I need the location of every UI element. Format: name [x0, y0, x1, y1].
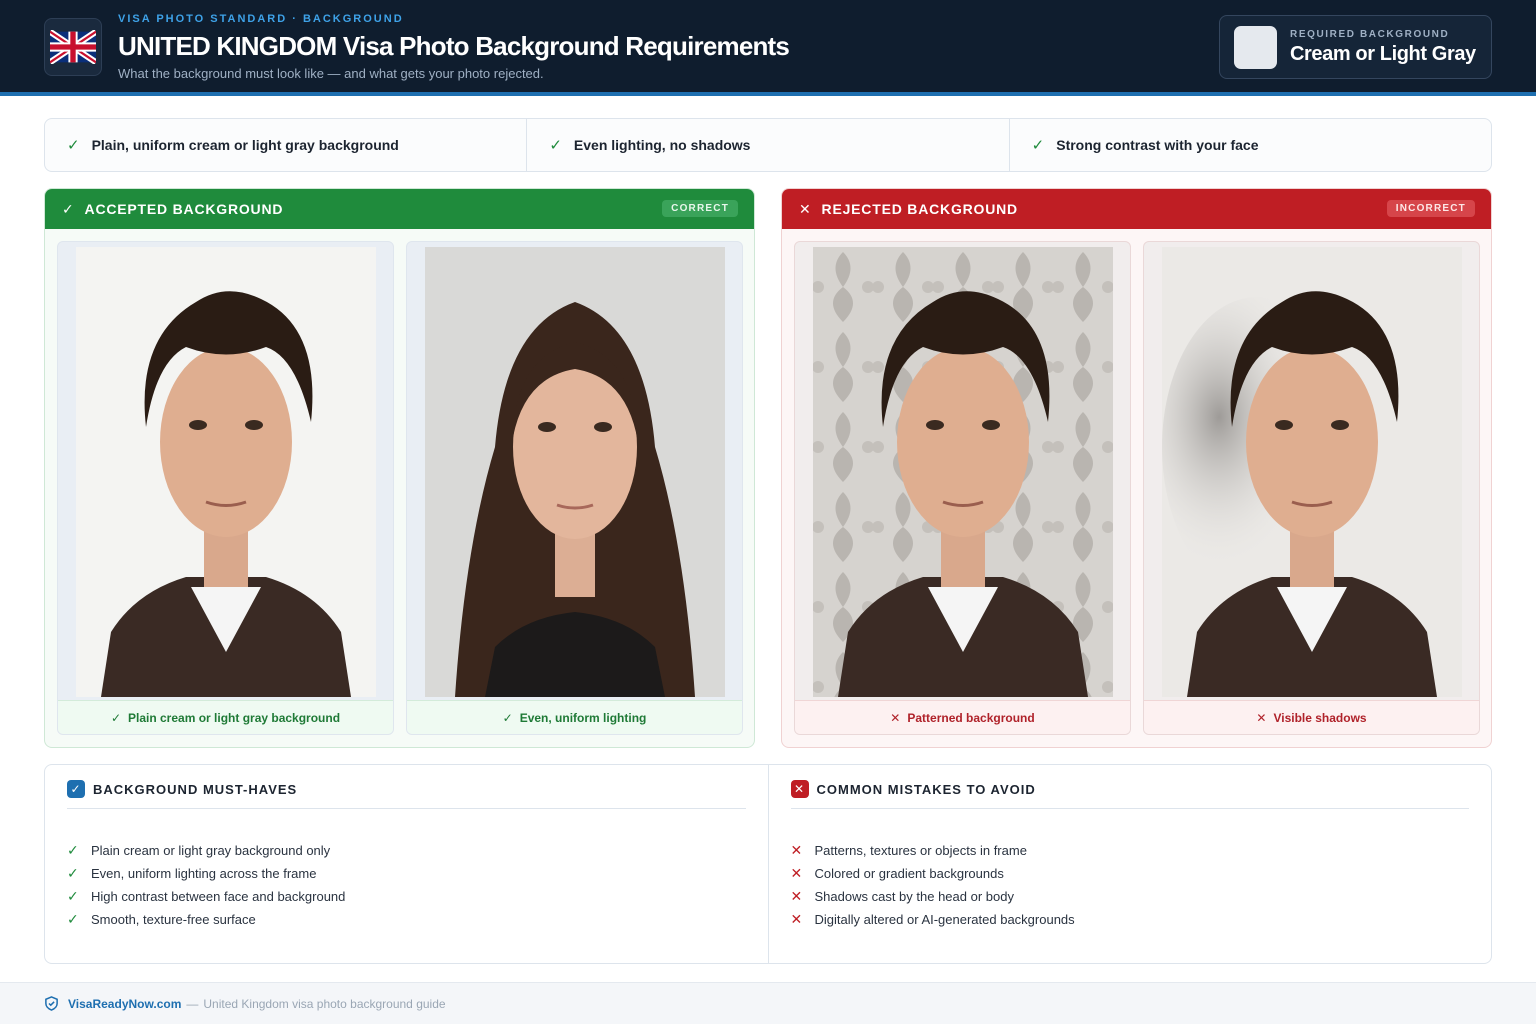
- list-item-text: Smooth, texture-free surface: [91, 912, 256, 927]
- list-item-text: Patterns, textures or objects in frame: [814, 843, 1027, 858]
- check-icon: ✓: [549, 137, 562, 154]
- list-item: ✕ Digitally altered or AI-generated back…: [791, 908, 1470, 931]
- footer-separator: —: [186, 996, 199, 1011]
- must-haves-list: ✓ BACKGROUND MUST-HAVES ✓ Plain cream or…: [45, 765, 769, 963]
- check-label: Even lighting, no shadows: [573, 137, 751, 153]
- photo-caption-text: Plain cream or light gray background: [128, 710, 341, 725]
- list-item: ✓ Plain cream or light gray background o…: [67, 839, 746, 862]
- shield-icon: [45, 996, 58, 1011]
- portrait-photo-shadows: [1162, 247, 1462, 697]
- close-icon: ✕: [790, 911, 803, 927]
- portrait-photo-even-lighting: [425, 247, 725, 697]
- check-icon: ✓: [67, 888, 79, 904]
- list-item: ✓ Even, uniform lighting across the fram…: [67, 862, 746, 885]
- close-icon: ✕: [790, 865, 803, 881]
- example-photo-card: ✕ Patterned background: [794, 241, 1131, 735]
- check-icon: ✓: [67, 137, 80, 154]
- photo-caption: ✕ Patterned background: [795, 700, 1130, 734]
- list-item: ✕ Shadows cast by the head or body: [791, 885, 1470, 908]
- check-icon: ✓: [67, 865, 79, 881]
- page-footer: VisaReadyNow.com — United Kingdom visa p…: [0, 982, 1536, 1024]
- required-background-value: Cream or Light Gray: [1290, 43, 1476, 65]
- check-icon: ✓: [502, 710, 513, 725]
- photo-caption: ✓ Plain cream or light gray background: [58, 700, 393, 734]
- check-icon: ✓: [110, 710, 121, 725]
- example-photo-card: ✕ Visible shadows: [1143, 241, 1480, 735]
- close-box-icon: ✕: [790, 780, 809, 798]
- portrait-photo-patterned: [813, 247, 1113, 697]
- check-label: Strong contrast with your face: [1056, 137, 1259, 153]
- example-photo-card: ✓ Plain cream or light gray background: [57, 241, 394, 735]
- checkbox-icon: ✓: [67, 780, 85, 798]
- photo-caption-text: Patterned background: [907, 710, 1035, 725]
- must-haves-title: BACKGROUND MUST-HAVES: [93, 781, 298, 797]
- list-item: ✕ Patterns, textures or objects in frame: [791, 839, 1470, 862]
- close-icon: ✕: [890, 710, 901, 725]
- rejected-panel-header: ✕ REJECTED BACKGROUND INCORRECT: [782, 189, 1491, 229]
- accepted-panel-title: ACCEPTED BACKGROUND: [84, 201, 284, 217]
- page-header: VISA PHOTO STANDARD · BACKGROUND UNITED …: [0, 0, 1536, 96]
- uk-flag-icon: [44, 18, 102, 76]
- required-background-box: REQUIRED BACKGROUND Cream or Light Gray: [1219, 15, 1492, 79]
- close-icon: ✕: [790, 888, 803, 904]
- close-icon: ✕: [799, 200, 812, 217]
- list-item: ✓ Smooth, texture-free surface: [67, 908, 746, 931]
- photo-caption-text: Visible shadows: [1273, 710, 1367, 725]
- rejected-panel-title: REJECTED BACKGROUND: [821, 201, 1018, 217]
- list-item: ✕ Colored or gradient backgrounds: [791, 862, 1470, 885]
- check-label: Plain, uniform cream or light gray backg…: [91, 137, 399, 153]
- brand-link[interactable]: VisaReadyNow.com: [68, 997, 181, 1011]
- must-haves-heading: ✓ BACKGROUND MUST-HAVES: [67, 779, 746, 799]
- list-item-text: Plain cream or light gray background onl…: [91, 843, 331, 858]
- list-item-text: Shadows cast by the head or body: [814, 889, 1014, 904]
- list-item: ✓ High contrast between face and backgro…: [67, 885, 746, 908]
- correct-badge: CORRECT: [662, 200, 738, 217]
- rejected-background-panel: ✕ REJECTED BACKGROUND INCORRECT ✕ Patter…: [781, 188, 1492, 748]
- header-eyebrow: VISA PHOTO STANDARD · BACKGROUND: [118, 13, 404, 25]
- photo-caption: ✓ Even, uniform lighting: [407, 700, 742, 734]
- example-photo-card: ✓ Even, uniform lighting: [406, 241, 743, 735]
- portrait-photo-plain: [76, 247, 376, 697]
- list-item-text: Even, uniform lighting across the frame: [91, 866, 317, 881]
- close-icon: ✕: [1256, 710, 1267, 725]
- list-item-text: Digitally altered or AI-generated backgr…: [814, 912, 1075, 927]
- background-color-swatch: [1234, 26, 1277, 69]
- check-item: ✓ Plain, uniform cream or light gray bac…: [45, 119, 528, 171]
- accepted-background-panel: ✓ ACCEPTED BACKGROUND CORRECT ✓ Plain cr…: [44, 188, 755, 748]
- close-icon: ✕: [790, 842, 803, 858]
- footer-text: United Kingdom visa photo background gui…: [203, 996, 446, 1011]
- list-item-text: Colored or gradient backgrounds: [814, 866, 1004, 881]
- check-item: ✓ Strong contrast with your face: [1010, 119, 1491, 171]
- page-subtitle: What the background must look like — and…: [118, 66, 544, 81]
- incorrect-badge: INCORRECT: [1386, 200, 1475, 217]
- list-item-text: High contrast between face and backgroun…: [91, 889, 346, 904]
- check-icon: ✓: [62, 200, 75, 217]
- accepted-panel-header: ✓ ACCEPTED BACKGROUND CORRECT: [45, 189, 754, 229]
- check-item: ✓ Even lighting, no shadows: [527, 119, 1010, 171]
- photo-caption-text: Even, uniform lighting: [519, 710, 647, 725]
- mistakes-title: COMMON MISTAKES TO AVOID: [816, 781, 1036, 797]
- check-icon: ✓: [1031, 137, 1045, 154]
- required-background-label: REQUIRED BACKGROUND: [1290, 29, 1450, 40]
- mistakes-heading: ✕ COMMON MISTAKES TO AVOID: [790, 779, 1470, 799]
- check-icon: ✓: [67, 911, 79, 927]
- photo-caption: ✕ Visible shadows: [1144, 700, 1479, 734]
- guidelines-section: ✓ BACKGROUND MUST-HAVES ✓ Plain cream or…: [44, 764, 1492, 964]
- page-title: UNITED KINGDOM Visa Photo Background Req…: [118, 31, 790, 61]
- mistakes-list: ✕ COMMON MISTAKES TO AVOID ✕ Patterns, t…: [769, 765, 1492, 963]
- check-icon: ✓: [67, 842, 79, 858]
- requirements-checks-bar: ✓ Plain, uniform cream or light gray bac…: [44, 118, 1492, 172]
